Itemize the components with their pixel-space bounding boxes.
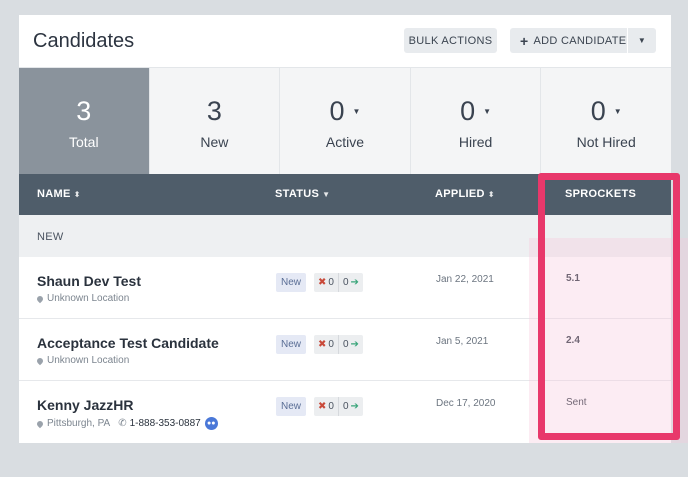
rating-widget: ✖ 0 0 ➔ bbox=[314, 335, 363, 354]
thumbs-down-count[interactable]: ✖ 0 bbox=[314, 273, 339, 292]
negative-count: 0 bbox=[328, 339, 334, 350]
location-text: Pittsburgh, PA bbox=[47, 418, 111, 429]
caret-down-icon[interactable]: ▼ bbox=[353, 107, 361, 116]
stat-total[interactable]: 3 Total bbox=[19, 68, 150, 174]
applied-date: Jan 5, 2021 bbox=[436, 336, 489, 347]
add-candidate-label: ADD CANDIDATE bbox=[533, 34, 627, 47]
stat-new[interactable]: 3 New bbox=[149, 68, 281, 174]
stat-label: Active bbox=[325, 134, 365, 150]
chat-icon[interactable]: ●● bbox=[204, 417, 218, 430]
stat-number: 3 bbox=[76, 96, 92, 126]
candidate-name[interactable]: Acceptance Test Candidate bbox=[37, 335, 219, 351]
positive-count: 0 bbox=[342, 339, 349, 350]
status-badge[interactable]: New bbox=[276, 273, 307, 292]
stat-number: 0 ▼ bbox=[541, 96, 671, 127]
stat-value: 0 bbox=[460, 96, 476, 126]
stat-label: Hired bbox=[458, 134, 493, 150]
arrow-right-icon: ➔ bbox=[350, 401, 359, 412]
phone-number[interactable]: 1-888-353-0887 bbox=[130, 418, 201, 429]
location-pin-icon bbox=[35, 419, 45, 428]
rating-widget: ✖ 0 0 ➔ bbox=[314, 397, 363, 416]
caret-down-icon: ▼ bbox=[637, 36, 647, 45]
location-text: Unknown Location bbox=[47, 355, 130, 366]
stat-active[interactable]: 0 ▼ Active bbox=[280, 68, 411, 174]
stat-label: Not Hired bbox=[576, 134, 636, 150]
candidate-location: Unknown Location bbox=[35, 293, 130, 304]
page-title: Candidates bbox=[33, 30, 135, 52]
add-candidate-button[interactable]: + ADD CANDIDATE bbox=[510, 28, 627, 53]
thumbs-down-count[interactable]: ✖ 0 bbox=[314, 335, 339, 354]
applied-date: Jan 22, 2021 bbox=[436, 274, 494, 285]
arrow-right-icon: ➔ bbox=[350, 339, 359, 350]
caret-down-icon[interactable]: ▼ bbox=[614, 107, 622, 116]
location-text: Unknown Location bbox=[47, 293, 130, 304]
candidate-name[interactable]: Shaun Dev Test bbox=[37, 273, 141, 289]
x-icon: ✖ bbox=[318, 277, 327, 288]
stat-label: Total bbox=[69, 134, 99, 150]
rating-widget: ✖ 0 0 ➔ bbox=[314, 273, 363, 292]
column-label: STATUS bbox=[275, 188, 320, 200]
caret-down-icon[interactable]: ▼ bbox=[483, 107, 491, 116]
candidate-location: Pittsburgh, PA ✆ 1-888-353-0887 ●● bbox=[35, 417, 218, 430]
negative-count: 0 bbox=[328, 277, 334, 288]
sort-icon: ⬍ bbox=[73, 190, 81, 199]
stat-label: New bbox=[200, 134, 229, 150]
positive-count: 0 bbox=[342, 401, 349, 412]
status-badge[interactable]: New bbox=[276, 397, 307, 416]
column-header-applied[interactable]: APPLIED ⬍ bbox=[435, 188, 495, 200]
location-pin-icon bbox=[35, 294, 45, 303]
bulk-actions-button[interactable]: BULK ACTIONS bbox=[404, 28, 497, 53]
column-label: NAME bbox=[37, 188, 71, 200]
add-candidate-dropdown-button[interactable]: ▼ bbox=[628, 28, 656, 53]
stat-hired[interactable]: 0 ▼ Hired bbox=[410, 68, 542, 174]
caret-down-icon: ▼ bbox=[322, 190, 331, 199]
stats-bar: 3 Total 3 New 0 ▼ Active 0 ▼ Hired 0 ▼ Not … bbox=[19, 67, 671, 174]
stat-number: 0 ▼ bbox=[280, 96, 410, 127]
status-badge[interactable]: New bbox=[276, 335, 307, 354]
column-header-status[interactable]: STATUS ▼ bbox=[275, 188, 330, 200]
candidate-name[interactable]: Kenny JazzHR bbox=[37, 397, 133, 413]
negative-count: 0 bbox=[328, 401, 334, 412]
stat-value: 0 bbox=[590, 96, 606, 126]
thumbs-up-count[interactable]: 0 ➔ bbox=[339, 273, 363, 292]
sprockets-highlight-box bbox=[538, 173, 680, 440]
column-header-name[interactable]: NAME ⬍ bbox=[37, 188, 81, 200]
thumbs-down-count[interactable]: ✖ 0 bbox=[314, 397, 339, 416]
column-label: APPLIED bbox=[435, 188, 485, 200]
stat-not-hired[interactable]: 0 ▼ Not Hired bbox=[541, 68, 671, 174]
thumbs-up-count[interactable]: 0 ➔ bbox=[339, 335, 363, 354]
plus-icon: + bbox=[520, 32, 529, 49]
candidate-location: Unknown Location bbox=[35, 355, 130, 366]
panel-header: Candidates BULK ACTIONS + ADD CANDIDATE … bbox=[19, 15, 671, 67]
stat-number: 3 bbox=[206, 96, 222, 126]
x-icon: ✖ bbox=[318, 339, 327, 350]
phone-icon: ✆ bbox=[118, 418, 127, 429]
stat-value: 0 bbox=[329, 96, 345, 126]
thumbs-up-count[interactable]: 0 ➔ bbox=[339, 397, 363, 416]
applied-date: Dec 17, 2020 bbox=[436, 398, 496, 409]
stat-number: 0 ▼ bbox=[411, 96, 541, 127]
location-pin-icon bbox=[35, 356, 45, 365]
sort-icon: ⬍ bbox=[487, 190, 495, 199]
arrow-right-icon: ➔ bbox=[350, 277, 359, 288]
x-icon: ✖ bbox=[318, 401, 327, 412]
positive-count: 0 bbox=[342, 277, 349, 288]
